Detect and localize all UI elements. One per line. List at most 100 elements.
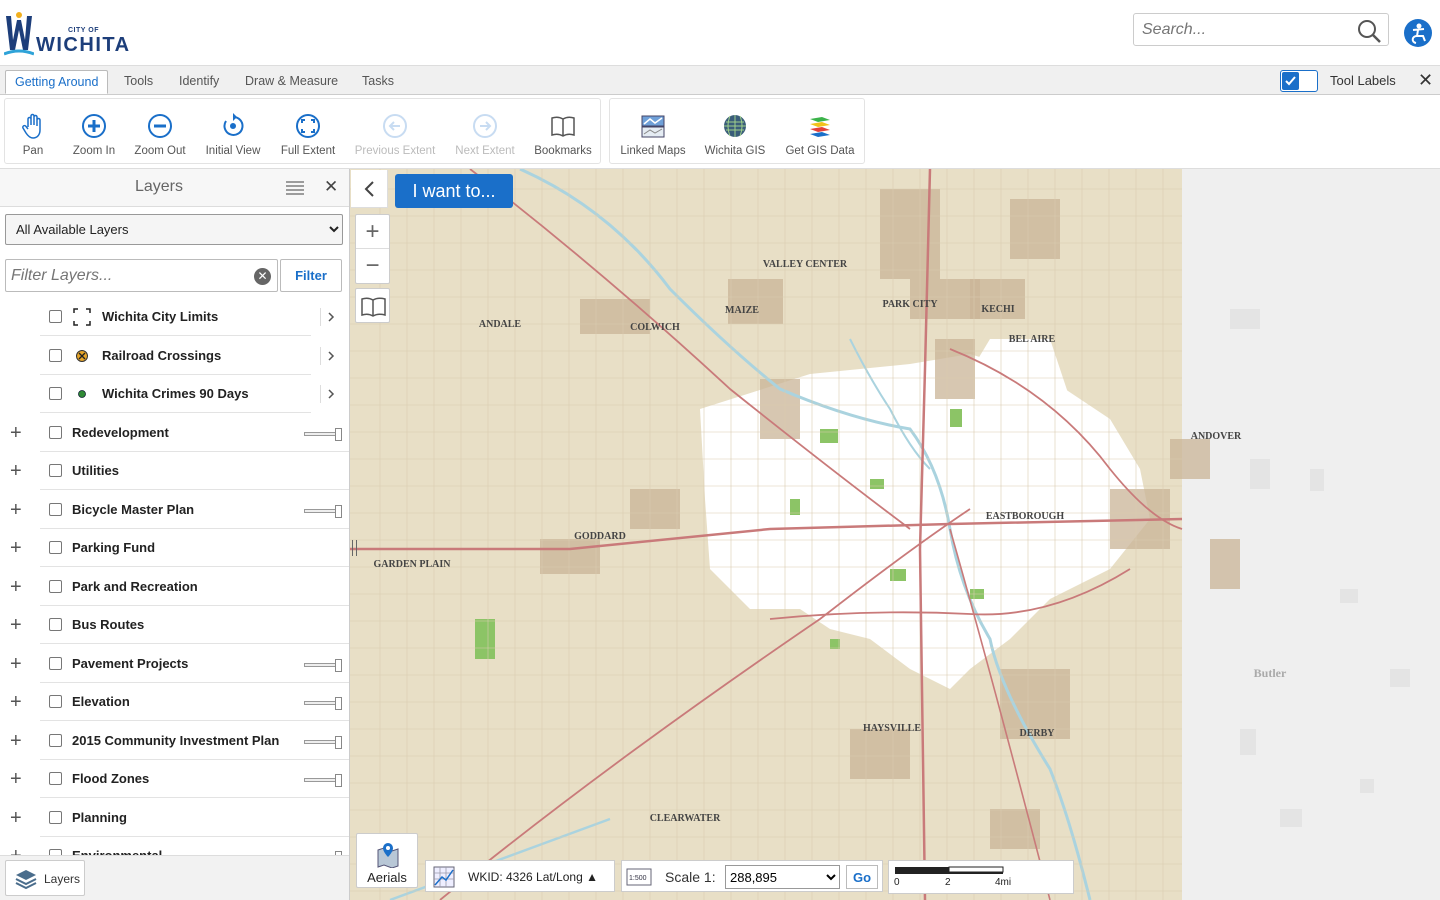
- layer-visibility-checkbox[interactable]: [49, 772, 62, 785]
- map-canvas[interactable]: VALLEY CENTER PARK CITY KECHI BEL AIRE MAIZE…: [350, 169, 1440, 900]
- layer-row[interactable]: + Parking Fund: [0, 529, 349, 567]
- layer-row[interactable]: Wichita City Limits: [0, 298, 349, 336]
- i-want-to-button[interactable]: I want to...: [395, 174, 513, 208]
- layer-visibility-checkbox[interactable]: [49, 618, 62, 631]
- expand-icon[interactable]: +: [10, 769, 22, 789]
- layer-visibility-checkbox[interactable]: [49, 579, 62, 593]
- chevron-right-icon[interactable]: [320, 385, 338, 403]
- clear-icon[interactable]: ✕: [254, 268, 271, 285]
- search-box[interactable]: [1133, 13, 1389, 46]
- layer-opacity-slider[interactable]: [304, 427, 342, 441]
- layer-opacity-slider[interactable]: [304, 504, 342, 518]
- coordinate-system-selector[interactable]: WKID: 4326 Lat/Long ▲: [425, 860, 615, 892]
- expand-icon[interactable]: +: [10, 577, 22, 597]
- layer-visibility-checkbox[interactable]: [49, 387, 62, 400]
- scale-go-button[interactable]: Go: [846, 865, 878, 889]
- chevron-right-icon[interactable]: [320, 346, 338, 365]
- expand-icon[interactable]: +: [10, 808, 22, 828]
- filter-input[interactable]: [11, 265, 241, 287]
- layer-visibility-checkbox[interactable]: [49, 502, 62, 516]
- layer-visibility-checkbox[interactable]: [49, 733, 62, 747]
- layer-row[interactable]: + Planning: [0, 799, 349, 837]
- layer-visibility-checkbox[interactable]: [49, 425, 62, 439]
- expand-icon[interactable]: +: [10, 846, 22, 855]
- layer-opacity-slider[interactable]: [304, 658, 342, 672]
- slider-knob[interactable]: [335, 697, 342, 710]
- layer-opacity-slider[interactable]: [304, 774, 342, 787]
- outer-county-patch: [1360, 779, 1374, 793]
- scale-select[interactable]: 288,895: [725, 865, 840, 889]
- layer-row[interactable]: + Environmental: [0, 837, 349, 855]
- layer-row[interactable]: Wichita Crimes 90 Days: [0, 375, 349, 413]
- tab-draw-measure[interactable]: Draw & Measure: [236, 70, 347, 94]
- layer-visibility-checkbox[interactable]: [49, 695, 62, 708]
- expand-icon[interactable]: +: [10, 461, 22, 481]
- search-icon[interactable]: [1356, 18, 1382, 44]
- layer-row[interactable]: Railroad Crossings: [0, 337, 349, 375]
- layer-visibility-checkbox[interactable]: [49, 810, 62, 824]
- layer-row[interactable]: + Bicycle Master Plan: [0, 491, 349, 529]
- slider-knob[interactable]: [335, 504, 342, 518]
- close-icon[interactable]: ✕: [324, 178, 338, 196]
- linked-maps-button[interactable]: Linked Maps: [614, 99, 692, 163]
- slider-knob[interactable]: [335, 774, 342, 787]
- panel-resize-handle[interactable]: [352, 540, 357, 556]
- wichita-gis-button[interactable]: Wichita GIS: [700, 99, 770, 163]
- slider-knob[interactable]: [335, 427, 342, 441]
- layer-row[interactable]: + Utilities: [0, 452, 349, 490]
- city-logo[interactable]: CITY OF WICHITA: [4, 4, 134, 62]
- layer-row[interactable]: +2015 Community Investment Plan: [0, 722, 349, 760]
- tab-tasks[interactable]: Tasks: [353, 70, 403, 94]
- close-icon[interactable]: ✕: [1418, 71, 1433, 89]
- layer-visibility-checkbox[interactable]: [49, 464, 62, 477]
- zoom-in-button[interactable]: Zoom In: [65, 99, 123, 163]
- map-view[interactable]: VALLEY CENTER PARK CITY KECHI BEL AIRE MAIZE…: [350, 169, 1440, 900]
- bookmarks-button[interactable]: Bookmarks: [529, 99, 597, 163]
- layer-row[interactable]: + Flood Zones: [0, 760, 349, 798]
- layer-visibility-checkbox[interactable]: [49, 541, 62, 554]
- layers-tab-button[interactable]: Layers: [5, 860, 85, 896]
- filter-button[interactable]: Filter: [280, 259, 342, 292]
- layer-row[interactable]: + Elevation: [0, 683, 349, 721]
- layer-visibility-checkbox[interactable]: [49, 348, 62, 362]
- layer-visibility-checkbox[interactable]: [49, 310, 62, 323]
- expand-icon[interactable]: +: [10, 654, 22, 674]
- menu-icon[interactable]: [286, 181, 304, 195]
- initial-view-button[interactable]: Initial View: [199, 99, 267, 163]
- tab-getting-around[interactable]: Getting Around: [5, 70, 109, 94]
- filter-box[interactable]: ✕: [5, 259, 278, 292]
- layer-row[interactable]: + Bus Routes: [0, 606, 349, 644]
- aerials-button[interactable]: Aerials: [356, 833, 418, 888]
- accessibility-icon[interactable]: [1404, 19, 1432, 47]
- layer-row[interactable]: + Park and Recreation: [0, 568, 349, 606]
- slider-knob[interactable]: [335, 658, 342, 672]
- layer-opacity-slider[interactable]: [304, 697, 342, 710]
- expand-icon[interactable]: +: [10, 538, 22, 558]
- next-extent-button[interactable]: Next Extent: [449, 99, 521, 163]
- slider-knob[interactable]: [335, 735, 342, 749]
- expand-icon[interactable]: +: [10, 500, 22, 520]
- expand-icon[interactable]: +: [10, 692, 22, 712]
- collapse-panel-button[interactable]: [351, 170, 388, 208]
- expand-icon[interactable]: +: [10, 423, 22, 443]
- tool-labels-toggle[interactable]: [1280, 70, 1318, 92]
- full-extent-button[interactable]: Full Extent: [275, 99, 341, 163]
- expand-icon[interactable]: +: [10, 731, 22, 751]
- search-input[interactable]: [1142, 19, 1352, 41]
- layer-row[interactable]: + Redevelopment: [0, 414, 349, 452]
- zoom-out-button[interactable]: Zoom Out: [129, 99, 191, 163]
- layer-set-select[interactable]: All Available Layers: [5, 214, 343, 245]
- expand-icon[interactable]: +: [10, 615, 22, 635]
- layer-row[interactable]: + Pavement Projects: [0, 645, 349, 683]
- chevron-right-icon[interactable]: [320, 308, 338, 326]
- tab-identify[interactable]: Identify: [170, 70, 228, 94]
- get-gis-data-button[interactable]: Get GIS Data: [778, 99, 862, 163]
- previous-extent-button[interactable]: Previous Extent: [349, 99, 441, 163]
- map-zoom-out-button[interactable]: −: [356, 250, 389, 284]
- map-bookmarks-button[interactable]: [355, 288, 390, 323]
- tab-tools[interactable]: Tools: [115, 70, 162, 94]
- map-zoom-in-button[interactable]: +: [356, 215, 389, 249]
- pan-button[interactable]: Pan: [7, 99, 59, 163]
- layer-opacity-slider[interactable]: [304, 735, 342, 749]
- layer-visibility-checkbox[interactable]: [49, 656, 62, 670]
